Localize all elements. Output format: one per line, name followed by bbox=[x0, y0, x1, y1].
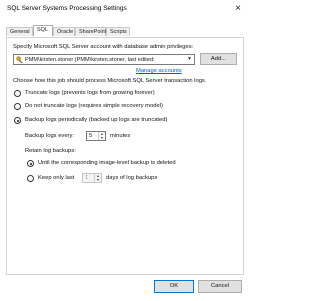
stepper-arrows[interactable]: ▲ ▼ bbox=[98, 132, 105, 140]
retain-until-deleted-radio[interactable] bbox=[27, 160, 34, 167]
log-processing-prompt: Choose how this job should process Micro… bbox=[13, 78, 207, 84]
backup-interval-unit: minutes bbox=[110, 133, 131, 139]
close-icon[interactable]: × bbox=[232, 3, 244, 15]
account-dropdown[interactable]: PMM\kirsten.stoner (PMM\kirsten.stoner, … bbox=[13, 54, 195, 65]
chevron-down-icon: ▼ bbox=[187, 56, 192, 62]
backup-logs-radio[interactable] bbox=[14, 117, 21, 124]
keep-days-value: 1 bbox=[85, 175, 89, 182]
do-not-truncate-radio[interactable] bbox=[14, 103, 21, 110]
tab-scripts[interactable]: Scripts bbox=[106, 27, 130, 36]
truncate-logs-radio[interactable] bbox=[14, 90, 21, 97]
retain-backups-label: Retain log backups: bbox=[25, 148, 76, 154]
ok-button[interactable]: OK bbox=[154, 280, 194, 293]
user-key-icon bbox=[16, 56, 24, 64]
keep-days-stepper[interactable]: 1 ▲ ▼ bbox=[82, 173, 102, 183]
tab-general[interactable]: General bbox=[6, 27, 33, 36]
keep-only-last-radio[interactable] bbox=[27, 175, 34, 182]
sql-tab-panel bbox=[6, 37, 244, 275]
retain-until-deleted-label[interactable]: Until the corresponding image-level back… bbox=[38, 160, 176, 166]
stepper-arrows[interactable]: ▲ ▼ bbox=[94, 174, 101, 182]
settings-dialog: SQL Server Systems Processing Settings ×… bbox=[0, 0, 250, 301]
backup-logs-label[interactable]: Backup logs periodically (backed up logs… bbox=[25, 117, 167, 123]
title-bar: SQL Server Systems Processing Settings × bbox=[0, 0, 250, 18]
backup-every-label: Backup logs every: bbox=[25, 133, 74, 139]
window-title: SQL Server Systems Processing Settings bbox=[7, 5, 127, 12]
add-account-button[interactable]: Add... bbox=[200, 53, 237, 65]
account-value: PMM\kirsten.stoner (PMM\kirsten.stoner, … bbox=[25, 56, 155, 63]
backup-interval-value: 5 bbox=[89, 133, 93, 140]
keep-only-last-label[interactable]: Keep only last bbox=[38, 175, 74, 181]
tab-sql[interactable]: SQL bbox=[33, 25, 53, 36]
backup-interval-stepper[interactable]: 5 ▲ ▼ bbox=[86, 131, 106, 141]
truncate-logs-label[interactable]: Truncate logs (prevents logs from growin… bbox=[25, 90, 155, 96]
cancel-button[interactable]: Cancel bbox=[198, 280, 242, 293]
keep-days-unit: days of log backups bbox=[106, 175, 158, 181]
tab-sharepoint[interactable]: SharePoint bbox=[75, 27, 106, 36]
tab-oracle[interactable]: Oracle bbox=[53, 27, 75, 36]
manage-accounts-link[interactable]: Manage accounts bbox=[136, 68, 182, 74]
account-prompt: Specify Microsoft SQL Server account wit… bbox=[13, 44, 194, 50]
do-not-truncate-label[interactable]: Do not truncate logs (requires simple re… bbox=[25, 103, 163, 109]
